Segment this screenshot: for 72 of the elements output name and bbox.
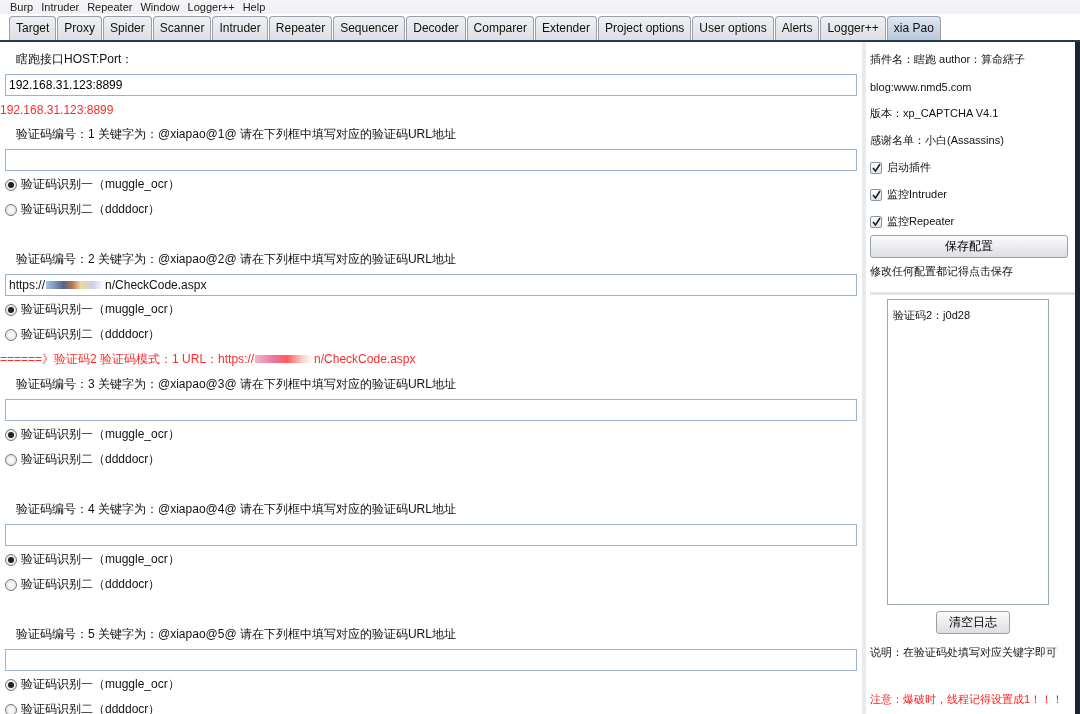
radio-label: 验证码识别二（ddddocr） [21, 576, 161, 593]
radio-label: 验证码识别二（ddddocr） [21, 451, 161, 468]
host-label: 瞎跑接口HOST:Port： [15, 51, 134, 68]
tab[interactable]: Comparer [466, 16, 534, 40]
menu-item[interactable]: Logger++ [187, 0, 235, 14]
save-button[interactable]: 保存配置 [870, 235, 1068, 258]
checkbox[interactable] [870, 188, 882, 201]
checkbox[interactable] [870, 215, 882, 228]
tab[interactable]: Target [9, 16, 57, 40]
checkbox-label: 启动插件 [887, 160, 931, 175]
tab[interactable]: Scanner [152, 16, 212, 40]
tab[interactable]: Extender [534, 16, 597, 40]
radio-button[interactable] [5, 303, 17, 316]
radio-button[interactable] [5, 578, 17, 591]
save-hint: 修改任何配置都记得点击保存 [870, 264, 1013, 279]
radio-label: 验证码识别二（ddddocr） [21, 326, 161, 343]
tab[interactable]: User options [692, 16, 774, 40]
tab[interactable]: Proxy [57, 16, 103, 40]
checkbox-label: 监控Intruder [887, 187, 947, 202]
url-field[interactable] [5, 398, 857, 421]
radio-button[interactable] [5, 203, 17, 216]
radio-button[interactable] [5, 553, 17, 566]
section-label: 验证码编号：5 关键字为：@xiapao@5@ 请在下列框中填写对应的验证码URL地址 [15, 626, 456, 643]
radio-button[interactable] [5, 428, 17, 441]
menu-item[interactable]: Intruder [41, 0, 80, 14]
checkbox[interactable] [870, 161, 882, 174]
warning-text: 注意：爆破时，线程记得设置成1！！！ [870, 692, 1064, 707]
section-label: 验证码编号：4 关键字为：@xiapao@4@ 请在下列框中填写对应的验证码URL地址 [15, 501, 456, 518]
tab[interactable]: Alerts [774, 16, 820, 40]
radio-button[interactable] [5, 328, 17, 341]
tab[interactable]: Project options [597, 16, 692, 40]
radio-label: 验证码识别一（muggle_ocr） [21, 426, 180, 443]
radio-button[interactable] [5, 453, 17, 466]
host-field[interactable]: 192.168.31.123:8899 [5, 73, 857, 96]
section-label: 验证码编号：1 关键字为：@xiapao@1@ 请在下列框中填写对应的验证码URL地址 [15, 126, 456, 143]
tab[interactable]: Intruder [212, 16, 268, 40]
radio-label: 验证码识别一（muggle_ocr） [21, 176, 180, 193]
radio-label: 验证码识别一（muggle_ocr） [21, 551, 180, 568]
radio-button[interactable] [5, 703, 17, 714]
tab[interactable]: Spider [103, 16, 152, 40]
radio-label: 验证码识别一（muggle_ocr） [21, 301, 180, 318]
url-field[interactable] [5, 523, 857, 546]
plugin-info: 感谢名单：小白(Assassins) [870, 133, 1004, 148]
radio-label: 验证码识别二（ddddocr） [21, 201, 161, 218]
note-text: 说明：在验证码处填写对应关键字即可 [870, 645, 1057, 660]
url-field[interactable] [5, 148, 857, 171]
tab[interactable]: Repeater [268, 16, 333, 40]
host-echo: 192.168.31.123:8899 [0, 102, 114, 117]
url-field[interactable]: https:// n/CheckCode.aspx [5, 273, 857, 296]
menu-item[interactable]: Window [140, 0, 180, 14]
log-message: ======》验证码2 验证码模式：1 URL：https:// n/CheckCode.aspx [0, 351, 416, 368]
radio-button[interactable] [5, 678, 17, 691]
redacted-text [46, 280, 105, 289]
menu-item[interactable]: Help [242, 0, 266, 14]
radio-label: 验证码识别一（muggle_ocr） [21, 676, 180, 693]
tab[interactable]: Logger++ [820, 16, 886, 40]
tab[interactable]: Decoder [406, 16, 466, 40]
tab[interactable]: Sequencer [333, 16, 406, 40]
checkbox-label: 监控Repeater [887, 214, 955, 229]
plugin-info: 插件名：瞎跑 author：算命縖子 [870, 52, 1026, 67]
menu-item[interactable]: Repeater [87, 0, 133, 14]
redacted-text [255, 355, 314, 363]
plugin-info: blog:www.nmd5.com [870, 80, 972, 93]
menu-item[interactable]: Burp [10, 0, 34, 14]
url-field[interactable] [5, 648, 857, 671]
log-line: 验证码2：j0d28 [893, 308, 972, 323]
tab[interactable]: xia Pao [886, 16, 941, 40]
radio-button[interactable] [5, 178, 17, 191]
plugin-info: 版本：xp_CAPTCHA V4.1 [870, 106, 999, 121]
section-label: 验证码编号：3 关键字为：@xiapao@3@ 请在下列框中填写对应的验证码URL地址 [15, 376, 456, 393]
clear-log-button[interactable]: 清空日志 [935, 610, 1010, 634]
section-label: 验证码编号：2 关键字为：@xiapao@2@ 请在下列框中填写对应的验证码URL地址 [15, 251, 456, 268]
